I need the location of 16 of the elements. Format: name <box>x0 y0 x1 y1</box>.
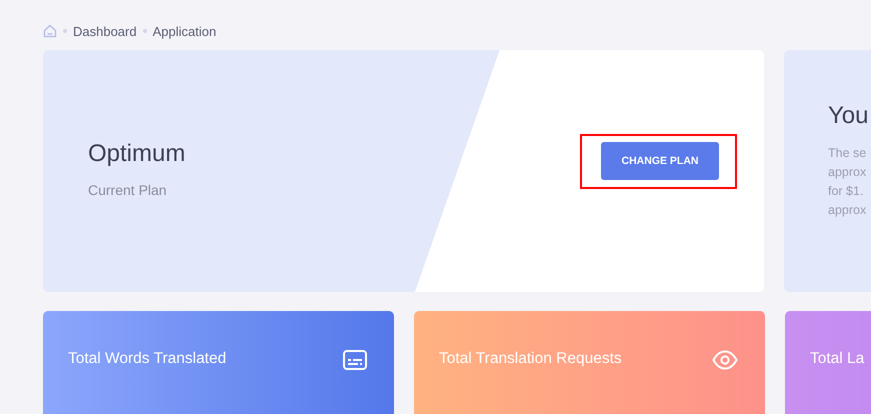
stat-title: Total La <box>810 350 864 368</box>
stat-title: Total Translation Requests <box>439 350 622 368</box>
card-title: You <box>828 102 870 130</box>
description-text: approx <box>828 202 868 219</box>
description-text: approx <box>828 164 868 181</box>
home-icon <box>43 24 57 38</box>
subtitles-icon <box>343 350 367 370</box>
plan-caption: Current Plan <box>88 182 168 198</box>
description-text: The se <box>828 145 868 162</box>
change-plan-button[interactable]: CHANGE PLAN <box>601 142 719 180</box>
breadcrumb-link[interactable]: Dashboard <box>73 24 137 38</box>
breadcrumb-link[interactable]: Application <box>152 24 216 38</box>
plan-name: Optimum <box>88 140 186 168</box>
eye-icon <box>712 350 738 370</box>
description-text: for $1. <box>828 183 864 200</box>
stat-title: Total Words Translated <box>68 350 226 368</box>
